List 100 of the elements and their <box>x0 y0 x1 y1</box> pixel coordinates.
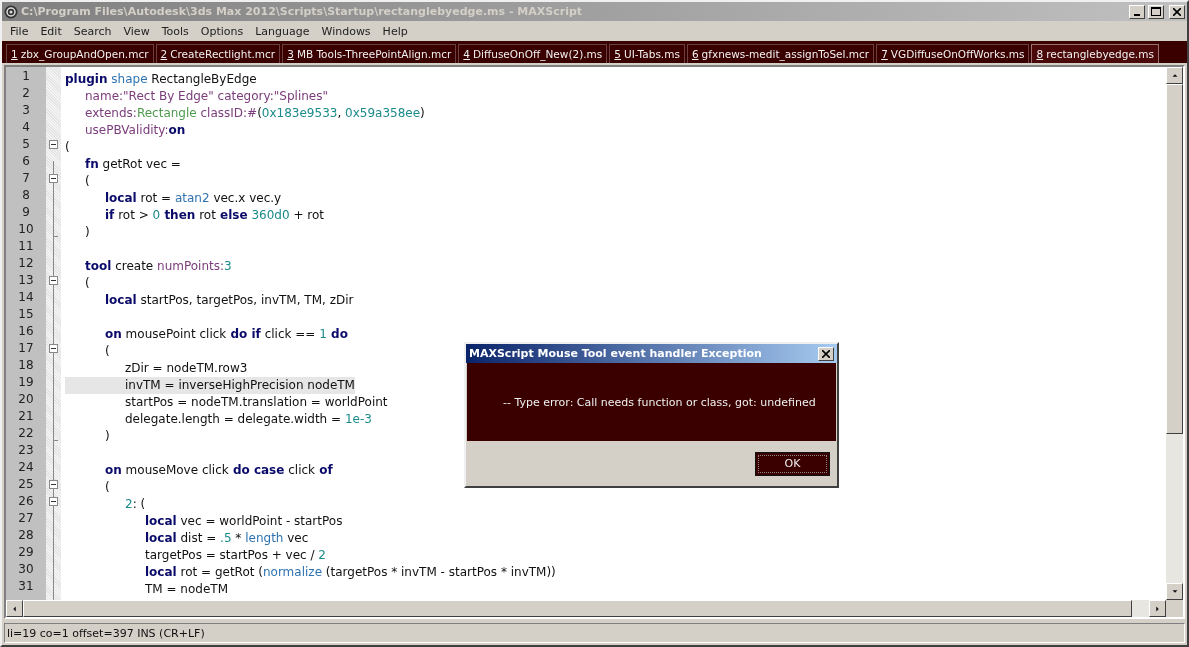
right-arrow-icon <box>1155 604 1160 613</box>
code-line: 2: ( <box>124 496 146 513</box>
file-tab[interactable]: 6 gfxnews-medit_assignToSel.mcr <box>686 44 875 63</box>
line-number: 28 <box>17 527 35 544</box>
line-number: 6 <box>21 153 31 170</box>
menu-item[interactable]: File <box>4 24 35 38</box>
code-line: on mouseMove click do case click of <box>104 462 333 479</box>
minimize-button[interactable] <box>1129 4 1145 19</box>
line-number: 12 <box>17 255 35 272</box>
code-line: fn getRot vec = <box>84 156 181 173</box>
line-number: 24 <box>17 459 35 476</box>
file-tab[interactable]: 1 zbx_GroupAndOpen.mcr <box>6 44 154 63</box>
left-arrow-icon <box>12 604 17 613</box>
file-tab[interactable]: 5 UI-Tabs.ms <box>609 44 685 63</box>
scroll-up-button[interactable] <box>1166 67 1183 84</box>
code-editor[interactable] <box>6 67 1166 600</box>
scroll-down-button[interactable] <box>1166 583 1183 600</box>
line-number: 16 <box>17 323 35 340</box>
line-number: 4 <box>21 119 31 136</box>
line-number: 5 <box>21 136 31 153</box>
line-number: 22 <box>17 425 35 442</box>
collapse-icon[interactable] <box>49 174 58 183</box>
code-line: TM = nodeTM <box>144 581 228 598</box>
dialog-title: MAXScript Mouse Tool event handler Exception <box>469 347 763 360</box>
line-number: 31 <box>17 578 35 595</box>
code-line: zDir = nodeTM.row3 <box>124 360 248 377</box>
collapse-icon[interactable] <box>49 497 58 506</box>
collapse-icon[interactable] <box>49 344 58 353</box>
code-line: plugin shape RectangleByEdge <box>65 71 257 88</box>
minimize-icon <box>1134 13 1140 16</box>
menu-item[interactable]: Help <box>376 24 414 38</box>
close-button[interactable] <box>818 346 834 361</box>
code-line: ( <box>84 173 90 190</box>
collapse-icon[interactable] <box>49 140 58 149</box>
code-line: ( <box>104 343 110 360</box>
line-number: 11 <box>17 238 35 255</box>
close-icon <box>1173 7 1181 16</box>
code-line: extends:Rectangle classID:#(0x183e9533, 0x59a358ee) <box>84 105 425 122</box>
code-line: local rot = atan2 vec.x vec.y <box>104 190 282 207</box>
code-line: local startPos, targetPos, invTM, TM, zDir <box>104 292 354 309</box>
collapse-icon[interactable] <box>49 276 58 285</box>
close-icon <box>822 349 830 358</box>
menu-item[interactable]: Tools <box>155 24 195 38</box>
file-tab[interactable]: 8 rectanglebyedge.ms <box>1031 44 1159 63</box>
line-number: 17 <box>17 340 35 357</box>
code-line: tool create numPoints:3 <box>84 258 232 275</box>
file-tab[interactable]: 4 DiffuseOnOff_New(2).ms <box>458 44 608 63</box>
line-number: 7 <box>21 170 31 187</box>
line-number: 27 <box>17 510 35 527</box>
menu-item[interactable]: Options <box>194 24 250 38</box>
file-tab[interactable]: 7 VGDiffuseOnOffWorks.ms <box>876 44 1030 63</box>
line-number: 2 <box>21 85 31 102</box>
code-line: startPos = nodeTM.translation = worldPoint <box>124 394 388 411</box>
menu-item[interactable]: View <box>117 24 156 38</box>
code-line: local dist = .5 * length vec <box>144 530 309 547</box>
menu-item[interactable]: Language <box>249 24 316 38</box>
code-line: ) <box>104 428 110 445</box>
close-button[interactable] <box>1169 4 1185 19</box>
error-message: -- Type error: Call needs function or class, got: undefined <box>503 395 816 409</box>
code-line: local vec = worldPoint - startPos <box>144 513 343 530</box>
line-number: 1 <box>21 68 31 85</box>
line-number: 14 <box>17 289 35 306</box>
line-number: 8 <box>21 187 31 204</box>
menu-item[interactable]: Search <box>67 24 118 38</box>
up-arrow-icon <box>1170 73 1179 78</box>
scrollbar-thumb[interactable] <box>1166 84 1183 434</box>
code-line: ) <box>84 224 90 241</box>
menu-item[interactable]: Edit <box>34 24 68 38</box>
file-tab[interactable]: 2 CreateRectlight.mcr <box>155 44 281 63</box>
line-number: 10 <box>17 221 35 238</box>
scroll-left-button[interactable] <box>6 600 23 617</box>
maximize-icon <box>1151 7 1161 16</box>
line-number: 25 <box>17 476 35 493</box>
file-tab[interactable]: 3 MB Tools-ThreePointAlign.mcr <box>282 44 457 63</box>
code-line: local rot = getRot (normalize (targetPos * invTM - startPos * invTM)) <box>144 564 556 581</box>
line-number: 18 <box>17 357 35 374</box>
line-number: 20 <box>17 391 35 408</box>
menu-item[interactable]: Windows <box>315 24 377 38</box>
code-line: on mousePoint click do if click == 1 do <box>104 326 348 343</box>
collapse-icon[interactable] <box>49 480 58 489</box>
status-bar: li=19 co=1 offset=397 INS (CR+LF) <box>4 623 1185 643</box>
scroll-right-button[interactable] <box>1149 600 1166 617</box>
code-line: ( <box>84 275 90 292</box>
code-line: name:"Rect By Edge" category:"Splines" <box>84 88 328 105</box>
vertical-scrollbar[interactable] <box>1166 67 1183 600</box>
app-icon <box>4 4 18 19</box>
code-line: targetPos = startPos + vec / 2 <box>144 547 326 564</box>
code-line: delegate.length = delegate.width = 1e-3 <box>124 411 372 428</box>
maximize-button[interactable] <box>1148 4 1164 19</box>
line-number: 29 <box>17 544 35 561</box>
line-number: 9 <box>21 204 31 221</box>
down-arrow-icon <box>1170 589 1179 594</box>
window-title: C:\Program Files\Autodesk\3ds Max 2012\Scripts\Startup\rectanglebyedge.ms - MAXScript <box>21 5 584 18</box>
line-number: 3 <box>21 102 31 119</box>
line-number: 15 <box>17 306 35 323</box>
ok-button[interactable]: OK <box>755 451 830 476</box>
line-number: 30 <box>17 561 35 578</box>
code-line: ( <box>65 139 70 156</box>
code-line: usePBValidity:on <box>84 122 186 139</box>
line-number: 26 <box>17 493 35 510</box>
